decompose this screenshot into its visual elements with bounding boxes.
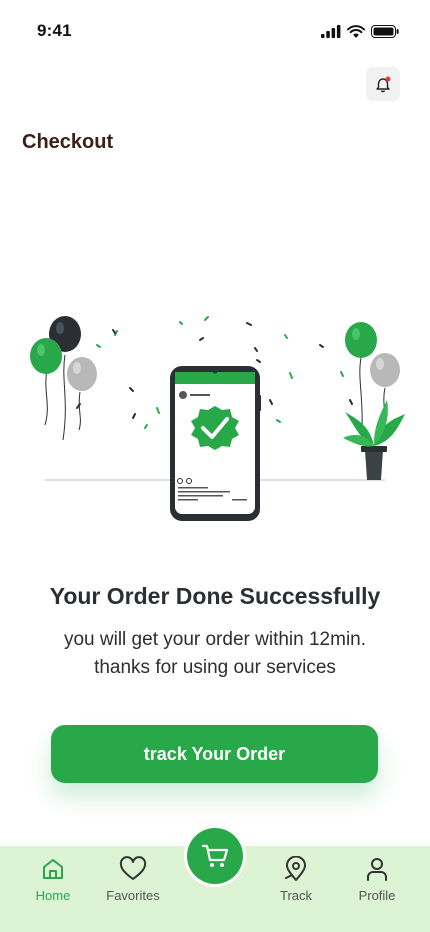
user-icon <box>367 858 387 881</box>
left-balloons <box>30 316 97 441</box>
notification-button[interactable] <box>366 67 400 101</box>
bell-icon <box>376 76 391 93</box>
notification-dot <box>385 76 391 82</box>
cart-button[interactable] <box>187 828 243 884</box>
success-message-line-2: thanks for using our services <box>94 657 336 678</box>
nav-label-home: Home <box>35 888 71 903</box>
signal-icon <box>321 25 341 38</box>
cart-icon <box>201 844 229 867</box>
order-success-illustration <box>30 316 405 521</box>
home-icon <box>43 859 63 879</box>
nav-item-home[interactable]: Home <box>18 856 88 903</box>
wifi-icon <box>347 25 365 38</box>
heart-icon <box>119 856 147 880</box>
nav-item-profile[interactable]: Profile <box>342 856 412 903</box>
success-message-line-1: you will get your order within 12min. <box>63 629 367 650</box>
nav-item-track[interactable]: Track <box>261 856 331 903</box>
nav-label-favorites: Favorites <box>106 888 160 903</box>
success-message: you will get your order within 12min. th… <box>30 626 400 682</box>
phone-illustration <box>170 366 261 521</box>
nav-label-track: Track <box>279 888 313 903</box>
nav-label-profile: Profile <box>358 888 396 903</box>
nav-item-favorites[interactable]: Favorites <box>98 856 168 903</box>
map-pin-icon <box>285 856 306 881</box>
track-order-button[interactable]: track Your Order <box>51 725 378 783</box>
status-icons <box>321 25 399 38</box>
battery-icon <box>371 25 399 38</box>
right-balloons-plant <box>343 322 405 480</box>
page-title: Checkout <box>22 131 114 153</box>
success-title: Your Order Done Successfully <box>49 583 381 609</box>
status-time: 9:41 <box>37 21 72 40</box>
status-bar: 9:41 <box>0 0 430 60</box>
